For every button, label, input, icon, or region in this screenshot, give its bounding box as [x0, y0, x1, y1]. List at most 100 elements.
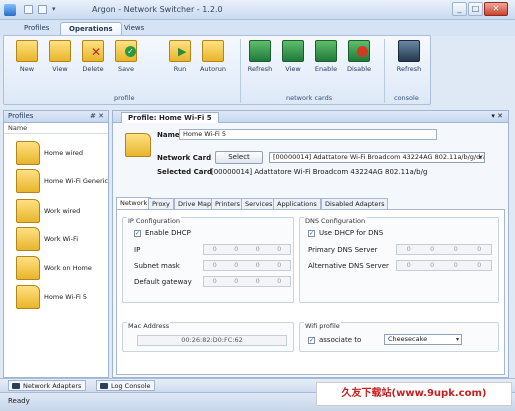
dropdown-arrow-icon: ▾ [455, 336, 459, 343]
profile-item[interactable]: Home Wi-Fi 5 [16, 285, 110, 311]
disable-card-button[interactable]: Disable [344, 40, 374, 73]
profile-item[interactable]: Home wired [16, 141, 110, 167]
tab-disabled-adapters[interactable]: Disabled Adapters [321, 198, 389, 209]
run-button[interactable]: ▶ Run [165, 40, 195, 73]
dns-configuration-group: DNS Configuration ✓ Use DHCP for DNS Pri… [299, 217, 499, 303]
subnet-mask-input[interactable]: 0000 [203, 260, 291, 271]
save-button[interactable]: ✓ Save [111, 40, 141, 73]
use-dhcp-dns-checkbox[interactable]: ✓ [308, 230, 315, 237]
wifi-profile-select[interactable]: Cheesecake ▾ [384, 334, 462, 345]
view-folder-icon [49, 40, 71, 62]
network-adapters-icon [12, 383, 20, 389]
primary-dns-label: Primary DNS Server [308, 246, 378, 254]
refresh-console-button[interactable]: Refresh [394, 40, 424, 73]
associate-checkbox[interactable]: ✓ [308, 337, 315, 344]
minimize-button[interactable]: _ [452, 2, 467, 16]
ip-configuration-title: IP Configuration [127, 217, 181, 225]
ip-configuration-group: IP Configuration ✓ Enable DHCP IP 0000 S… [122, 217, 294, 303]
app-icon[interactable] [4, 4, 16, 16]
refresh-cards-button[interactable]: Refresh [245, 40, 275, 73]
console-icon [398, 40, 420, 62]
alternative-dns-label: Alternative DNS Server [308, 262, 389, 270]
autorun-folder-icon [202, 40, 224, 62]
profile-folder-icon [125, 133, 151, 157]
selected-card-value: [00000014] Adattatore Wi-Fi Broadcom 432… [211, 168, 427, 176]
select-card-label: Select [228, 153, 250, 161]
tab-operations[interactable]: Operations [60, 22, 122, 36]
folder-icon [16, 141, 40, 165]
select-card-button[interactable]: Select [215, 151, 263, 164]
close-button[interactable]: ✕ [484, 2, 508, 16]
profile-document-tab[interactable]: Profile: Home Wi-Fi 5 [121, 112, 219, 123]
enable-dhcp-checkbox[interactable]: ✓ [134, 230, 141, 237]
tab-log-console[interactable]: Log Console [96, 380, 156, 391]
mac-address-value: 00:26:82:D0:FC:62 [137, 335, 287, 346]
quick-access-menu-icon[interactable]: ▾ [52, 5, 61, 14]
associate-label: associate to [319, 336, 362, 344]
quick-access-new-icon[interactable] [24, 5, 33, 14]
new-folder-icon [16, 40, 38, 62]
profile-name-input[interactable]: Home Wi-Fi 5 [179, 129, 437, 140]
tab-drive-map[interactable]: Drive Map [174, 198, 216, 209]
run-folder-icon: ▶ [169, 40, 191, 62]
profiles-column-header[interactable]: Name [4, 123, 108, 134]
document-tab-bar: Profile: Home Wi-Fi 5 ▾ ✕ [113, 111, 508, 123]
network-card-select[interactable]: [00000014] Adattatore Wi-Fi Broadcom 432… [269, 152, 485, 163]
enable-dhcp-label: Enable DHCP [145, 229, 191, 237]
ip-label: IP [134, 246, 141, 254]
mac-address-group: Mac Address 00:26:82:D0:FC:62 [122, 322, 294, 352]
view-profile-button[interactable]: View [45, 40, 75, 73]
use-dhcp-dns-label: Use DHCP for DNS [319, 229, 384, 237]
subnet-mask-label: Subnet mask [134, 262, 180, 270]
title-bar [0, 0, 515, 20]
default-gateway-input[interactable]: 0000 [203, 276, 291, 287]
profiles-panel-title: Profiles [8, 112, 34, 120]
profile-group-label: profile [114, 94, 135, 102]
maximize-button[interactable]: □ [468, 2, 483, 16]
alternative-dns-input[interactable]: 0000 [396, 260, 492, 271]
view-cards-button[interactable]: View [278, 40, 308, 73]
profile-item[interactable]: Work Wi-Fi [16, 227, 110, 253]
mac-address-title: Mac Address [127, 322, 171, 330]
name-label: Name [157, 131, 180, 139]
tab-profiles[interactable]: Profiles [16, 22, 57, 36]
enable-card-button[interactable]: Enable [311, 40, 341, 73]
tab-applications[interactable]: Applications [273, 198, 321, 209]
profile-item[interactable]: Home Wi-Fi Generic [16, 169, 110, 195]
quick-access-save-icon[interactable] [38, 5, 47, 14]
folder-icon [16, 256, 40, 280]
tab-network[interactable]: Network [116, 197, 152, 209]
folder-icon [16, 199, 40, 223]
tab-proxy[interactable]: Proxy [148, 198, 174, 209]
primary-dns-input[interactable]: 0000 [396, 244, 492, 255]
profile-item[interactable]: Work on Home [16, 256, 110, 282]
enable-card-icon [315, 40, 337, 62]
ip-address-input[interactable]: 0000 [203, 244, 291, 255]
delete-button[interactable]: ✕ Delete [78, 40, 108, 73]
profile-editor: Profile: Home Wi-Fi 5 ▾ ✕ Name Home Wi-F… [112, 110, 509, 378]
tab-network-adapters[interactable]: Network Adapters [8, 380, 87, 391]
ribbon-separator [384, 39, 385, 103]
folder-icon [16, 169, 40, 193]
tab-services[interactable]: Services [241, 198, 277, 209]
profiles-panel: Profiles # ✕ Name Home wired Home Wi-Fi … [3, 110, 109, 378]
ribbon: New View ✕ Delete ✓ Save ▶ Run Autorun prof… [3, 35, 431, 105]
document-tab-controls[interactable]: ▾ ✕ [491, 112, 503, 120]
new-button[interactable]: New [12, 40, 42, 73]
default-gateway-label: Default gateway [134, 278, 192, 286]
disable-card-icon [348, 40, 370, 62]
dns-configuration-title: DNS Configuration [304, 217, 367, 225]
console-group-label: console [394, 94, 419, 102]
folder-icon [16, 227, 40, 251]
wifi-profile-group: Wifi profile ✓ associate to Cheesecake ▾ [299, 322, 499, 352]
tab-views[interactable]: Views [116, 22, 152, 36]
view-card-icon [282, 40, 304, 62]
autorun-button[interactable]: Autorun [198, 40, 228, 73]
profiles-panel-header: Profiles # ✕ [4, 111, 108, 123]
panel-pin-close-icon[interactable]: # ✕ [90, 111, 104, 122]
profile-item[interactable]: Work wired [16, 199, 110, 225]
selected-card-label: Selected Card [157, 168, 212, 176]
tab-printers[interactable]: Printers [211, 198, 245, 209]
window-title: Argon - Network Switcher - 1.2.0 [92, 5, 223, 14]
network-cards-group-label: network cards [286, 94, 333, 102]
